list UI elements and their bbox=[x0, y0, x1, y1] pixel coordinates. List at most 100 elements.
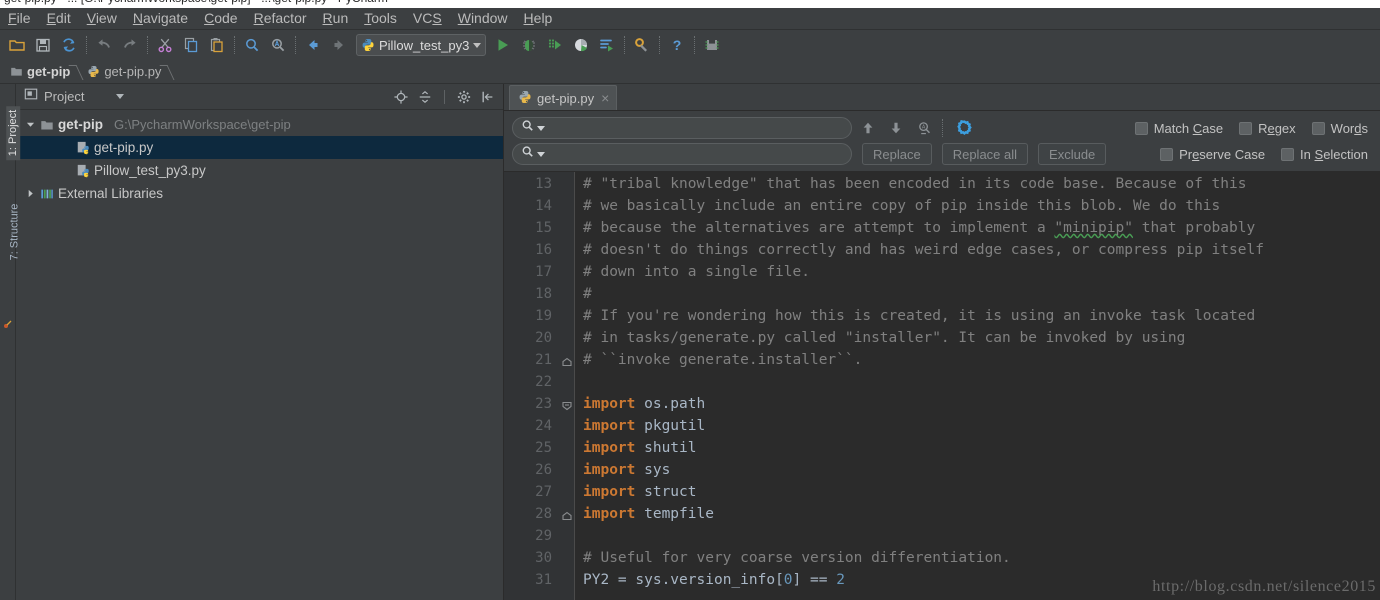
code-line[interactable]: # Useful for very coarse version differe… bbox=[575, 547, 1380, 569]
code-line[interactable]: PY2 = sys.version_info[0] == 2 bbox=[575, 569, 1380, 591]
exclude-button[interactable]: Exclude bbox=[1038, 143, 1107, 165]
find-prev-icon[interactable] bbox=[856, 117, 880, 139]
cut-icon[interactable] bbox=[152, 32, 178, 58]
code-line[interactable]: # doesn't do things correctly and has we… bbox=[575, 239, 1380, 261]
hide-panel-icon[interactable] bbox=[479, 88, 497, 106]
checkbox-box[interactable] bbox=[1281, 147, 1295, 161]
code-line[interactable]: # ``invoke generate.installer``. bbox=[575, 349, 1380, 371]
coverage-icon[interactable] bbox=[542, 32, 568, 58]
run-tests-icon[interactable] bbox=[594, 32, 620, 58]
breadcrumb-item-get-pip[interactable]: get-pip bbox=[6, 62, 72, 82]
checkbox-match-case[interactable]: Match Case bbox=[1134, 121, 1223, 136]
checkbox-box[interactable] bbox=[1160, 147, 1174, 161]
code-editor[interactable]: 13 14 15 16 17 18 19 20 21 22 23 24 25 26 27 28 29 30 31 #… bbox=[504, 172, 1380, 600]
menu-item-edit[interactable]: Edit bbox=[39, 9, 79, 29]
copy-icon[interactable] bbox=[178, 32, 204, 58]
checkbox-box[interactable] bbox=[1239, 121, 1253, 135]
replace-icon[interactable] bbox=[265, 32, 291, 58]
sidebar-item-project[interactable]: 1: Project bbox=[6, 105, 21, 161]
code-line[interactable]: # because the alternatives are attempt t… bbox=[575, 217, 1380, 239]
code-line[interactable]: # down into a single file. bbox=[575, 261, 1380, 283]
code-line[interactable] bbox=[575, 525, 1380, 547]
search-input[interactable] bbox=[551, 119, 843, 137]
gear-icon[interactable] bbox=[455, 88, 473, 106]
menu-item-code[interactable]: Code bbox=[196, 9, 245, 29]
replace-history-chevron-down-icon[interactable] bbox=[537, 151, 545, 157]
collapse-all-icon[interactable] bbox=[416, 88, 434, 106]
forward-icon[interactable] bbox=[326, 32, 352, 58]
code-text[interactable]: # "tribal knowledge" that has been encod… bbox=[574, 172, 1380, 600]
menu-item-file[interactable]: File bbox=[0, 9, 39, 29]
help-icon[interactable]: ? bbox=[664, 32, 690, 58]
checkbox-preserve-case[interactable]: Preserve Case bbox=[1160, 147, 1265, 162]
code-line[interactable]: import tempfile bbox=[575, 503, 1380, 525]
code-line[interactable]: # "tribal knowledge" that has been encod… bbox=[575, 173, 1380, 195]
menu-item-navigate[interactable]: Navigate bbox=[125, 9, 196, 29]
code-line[interactable]: import struct bbox=[575, 481, 1380, 503]
code-line[interactable]: import os.path bbox=[575, 393, 1380, 415]
code-line[interactable] bbox=[575, 371, 1380, 393]
fold-cell[interactable] bbox=[560, 503, 574, 525]
fold-region-start-icon[interactable] bbox=[562, 398, 572, 411]
settings-wrench-icon[interactable] bbox=[629, 32, 655, 58]
sync-icon[interactable] bbox=[56, 32, 82, 58]
code-line[interactable]: # If you're wondering how this is create… bbox=[575, 305, 1380, 327]
redo-icon[interactable] bbox=[117, 32, 143, 58]
menu-item-view[interactable]: View bbox=[79, 9, 125, 29]
favorites-icon[interactable] bbox=[3, 316, 13, 328]
replace-field-wrapper[interactable] bbox=[512, 143, 852, 165]
fold-region-end-icon[interactable] bbox=[562, 354, 572, 367]
tree-item-pillow-test-py3-py[interactable]: Pillow_test_py3.py bbox=[16, 159, 503, 182]
deploy-icon[interactable] bbox=[699, 32, 725, 58]
tree-item-get-pip[interactable]: get-pip G:\PycharmWorkspace\get-pip bbox=[16, 113, 503, 136]
fold-region-end-icon[interactable] bbox=[562, 508, 572, 521]
chevron-right-icon[interactable] bbox=[24, 188, 36, 200]
code-line[interactable]: import sys bbox=[575, 459, 1380, 481]
find-next-icon[interactable] bbox=[884, 117, 908, 139]
run-icon[interactable] bbox=[490, 32, 516, 58]
search-field-wrapper[interactable] bbox=[512, 117, 852, 139]
checkbox-words[interactable]: Words bbox=[1311, 121, 1368, 136]
select-all-occurrences-icon[interactable]: A bbox=[912, 117, 936, 139]
menu-item-help[interactable]: Help bbox=[516, 9, 561, 29]
find-icon[interactable] bbox=[239, 32, 265, 58]
project-panel-chevron-down-icon[interactable] bbox=[116, 94, 125, 99]
chevron-down-icon[interactable] bbox=[473, 42, 482, 48]
find-settings-gear-icon[interactable] bbox=[953, 117, 1380, 599]
menu-item-run[interactable]: Run bbox=[315, 9, 357, 29]
save-all-icon[interactable] bbox=[30, 32, 56, 58]
checkbox-box[interactable] bbox=[1134, 121, 1148, 135]
replace-button[interactable]: Replace bbox=[862, 143, 932, 165]
breadcrumb-item-get-pip-py[interactable]: get-pip.py bbox=[83, 62, 163, 82]
checkbox-in-selection[interactable]: In Selection bbox=[1281, 147, 1368, 162]
debug-icon[interactable] bbox=[516, 32, 542, 58]
sidebar-item-structure[interactable]: 7: Structure bbox=[8, 204, 20, 261]
profile-icon[interactable] bbox=[568, 32, 594, 58]
chevron-down-icon[interactable] bbox=[24, 119, 36, 131]
code-line[interactable]: import shutil bbox=[575, 437, 1380, 459]
code-folding-column[interactable] bbox=[560, 172, 574, 600]
replace-all-button[interactable]: Replace all bbox=[941, 143, 1029, 165]
checkbox-box[interactable] bbox=[1311, 121, 1325, 135]
close-icon[interactable]: × bbox=[601, 91, 609, 105]
tab-get-pip-py[interactable]: get-pip.py × bbox=[509, 85, 618, 110]
code-line[interactable]: import pkgutil bbox=[575, 415, 1380, 437]
back-icon[interactable] bbox=[300, 32, 326, 58]
run-configuration-selector[interactable]: Pillow_test_py3 bbox=[356, 34, 487, 56]
undo-icon[interactable] bbox=[91, 32, 117, 58]
menu-item-vcs[interactable]: VCS bbox=[405, 9, 450, 29]
checkbox-regex[interactable]: Regex bbox=[1239, 121, 1296, 136]
tree-item-get-pip-py[interactable]: get-pip.py bbox=[16, 136, 503, 159]
menu-item-window[interactable]: Window bbox=[450, 9, 516, 29]
tree-item-external-libraries[interactable]: External Libraries bbox=[16, 182, 503, 205]
code-line[interactable]: # in tasks/generate.py called "installer… bbox=[575, 327, 1380, 349]
code-line[interactable]: # bbox=[575, 283, 1380, 305]
menu-item-refactor[interactable]: Refactor bbox=[246, 9, 315, 29]
locate-target-icon[interactable] bbox=[392, 88, 410, 106]
fold-cell[interactable] bbox=[560, 393, 574, 415]
fold-cell[interactable] bbox=[560, 349, 574, 371]
search-history-chevron-down-icon[interactable] bbox=[537, 125, 545, 131]
replace-input[interactable] bbox=[551, 145, 843, 163]
code-line[interactable]: # we basically include an entire copy of… bbox=[575, 195, 1380, 217]
open-folder-icon[interactable] bbox=[4, 32, 30, 58]
